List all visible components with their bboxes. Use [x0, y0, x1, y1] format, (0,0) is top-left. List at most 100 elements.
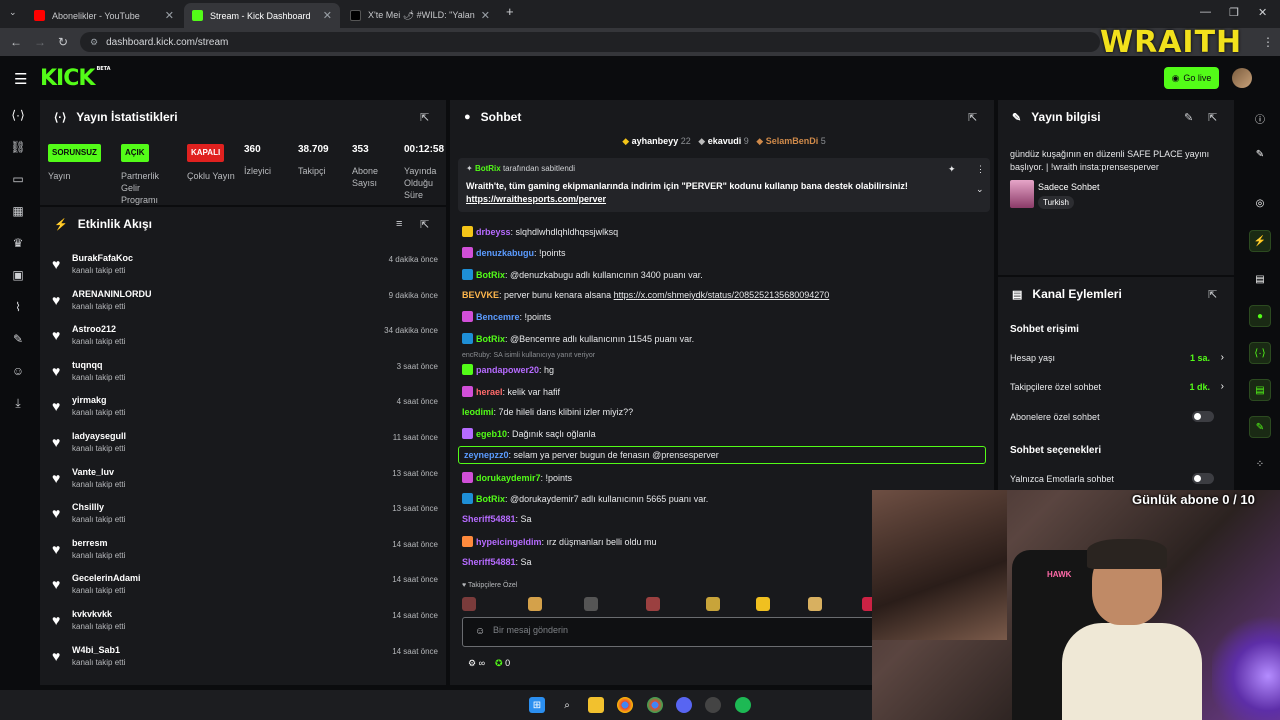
activity-item[interactable]: ♥ kvkvkvkk kanalı takip etti 14 saat önce — [52, 609, 438, 639]
kick-logo[interactable]: KICK BETA — [40, 66, 111, 91]
apps-icon[interactable]: ⁘ — [1249, 453, 1271, 475]
sliders-icon[interactable]: ▤ — [1249, 379, 1271, 401]
chrome-icon[interactable] — [647, 697, 663, 713]
clips-icon[interactable]: ▣ — [10, 267, 26, 283]
close-tab-icon[interactable]: ✕ — [323, 9, 332, 22]
info-icon[interactable]: ⓘ — [1249, 107, 1271, 129]
menu-icon[interactable]: ⋮ — [1262, 35, 1274, 49]
chat-username[interactable]: dorukaydemir7 — [476, 473, 541, 483]
edit-icon[interactable]: ✎ — [1184, 111, 1193, 124]
chat-username[interactable]: hypeicingeldim — [476, 537, 542, 547]
category-name[interactable]: Sadece Sohbet — [1038, 182, 1100, 192]
follower-name[interactable]: ladyaysegull — [72, 431, 126, 441]
emote-icon[interactable] — [646, 597, 660, 611]
video-icon[interactable]: ▭ — [10, 171, 26, 187]
follower-name[interactable]: tuqnqq — [72, 360, 103, 370]
forward-icon[interactable]: → — [34, 35, 46, 49]
activity-item[interactable]: ♥ BurakFafaKoc kanalı takip etti 4 dakika ö… — [52, 253, 438, 283]
chart-icon[interactable]: ⌇ — [10, 299, 26, 315]
emote-icon[interactable] — [756, 597, 770, 611]
popout-icon[interactable]: ⇱ — [1208, 288, 1217, 301]
follower-name[interactable]: yirmakg — [72, 395, 107, 405]
notes-icon[interactable]: ▤ — [1249, 268, 1271, 290]
follower-name[interactable]: GecelerinAdami — [72, 573, 141, 583]
followers-only-row[interactable]: Takipçilere özel sohbet 1 dk. › — [1010, 381, 1224, 392]
chat-username[interactable]: zeynepzz0 — [464, 450, 509, 460]
follower-name[interactable]: Vante_luv — [72, 467, 114, 477]
close-tab-icon[interactable]: ✕ — [165, 9, 174, 22]
chat-username[interactable]: BEVVKE — [462, 290, 499, 300]
chrome-icon[interactable] — [617, 697, 633, 713]
obs-icon[interactable] — [705, 697, 721, 713]
filter-icon[interactable]: ≡ — [396, 218, 402, 230]
activity-item[interactable]: ♥ Chsillly kanalı takip etti 13 saat önce — [52, 502, 438, 532]
activity-item[interactable]: ♥ ladyaysegull kanalı takip etti 11 saat ön… — [52, 431, 438, 461]
emote-icon[interactable] — [584, 597, 598, 611]
go-live-button[interactable]: ◉ Go live — [1164, 67, 1219, 89]
activity-item[interactable]: ♥ ARENANINLORDU kanalı takip etti 9 dakika … — [52, 289, 438, 319]
popout-icon[interactable]: ⇱ — [420, 218, 429, 231]
activity-item[interactable]: ♥ W4bi_Sab1 kanalı takip etti 14 saat önce — [52, 645, 438, 675]
points-icon[interactable]: ✪ — [495, 658, 503, 668]
emoji-icon[interactable]: ☺ — [475, 626, 485, 637]
activity-item[interactable]: ♥ Astroo212 kanalı takip etti 34 dakika önc… — [52, 324, 438, 354]
chevron-down-icon[interactable]: ⌄ — [976, 184, 984, 195]
close-window-button[interactable]: ✕ — [1258, 6, 1267, 19]
emote-icon[interactable] — [706, 597, 720, 611]
popout-icon[interactable]: ⇱ — [420, 111, 429, 124]
spotify-icon[interactable] — [735, 697, 751, 713]
language-tag[interactable]: Turkish — [1038, 196, 1074, 209]
chat-username[interactable]: Sheriff54881 — [462, 514, 516, 524]
chat-username[interactable]: herael — [476, 387, 503, 397]
camera-icon[interactable]: ◎ — [1249, 192, 1271, 214]
discord-icon[interactable] — [676, 697, 692, 713]
popout-icon[interactable]: ⇱ — [968, 111, 977, 124]
chat-username[interactable]: Bencemre — [476, 312, 520, 322]
download-icon[interactable]: ⤓ — [10, 395, 26, 411]
tab-search-icon[interactable]: ⌄ — [9, 7, 17, 18]
emote-only-toggle[interactable] — [1192, 473, 1214, 484]
pinned-user[interactable]: BotRix — [475, 164, 501, 173]
chat-username[interactable]: BotRix — [476, 494, 505, 504]
follower-name[interactable]: Chsillly — [72, 502, 104, 512]
chat-link[interactable]: https://x.com/shmeiydk/status/2085252135… — [614, 290, 830, 300]
chat-username[interactable]: BotRix — [476, 270, 505, 280]
activity-item[interactable]: ♥ Vante_luv kanalı takip etti 13 saat önce — [52, 467, 438, 497]
emote-icon[interactable] — [528, 597, 542, 611]
follower-name[interactable]: kvkvkvkk — [72, 609, 112, 619]
follower-name[interactable]: Astroo212 — [72, 324, 116, 334]
windows-start-icon[interactable]: ⊞ — [529, 697, 545, 713]
follower-name[interactable]: berresm — [72, 538, 108, 548]
wrench-icon[interactable]: ✎ — [10, 331, 26, 347]
link-icon[interactable]: ⛓ — [10, 139, 26, 155]
browser-tab-youtube[interactable]: Abonelikler - YouTube ✕ — [26, 3, 182, 28]
trophy-icon[interactable]: ♛ — [10, 235, 26, 251]
browser-tab-x[interactable]: X'te Mei 🌶 #WILD: "Yalan yanl ✕ — [342, 3, 498, 28]
popout-icon[interactable]: ⇱ — [1208, 111, 1217, 124]
account-age-row[interactable]: Hesap yaşı 1 sa. › — [1010, 352, 1224, 363]
chat-username[interactable]: pandapower20 — [476, 365, 539, 375]
activity-item[interactable]: ♥ GecelerinAdami kanalı takip etti 14 saat … — [52, 573, 438, 603]
activity-item[interactable]: ♥ berresm kanalı takip etti 14 saat önce — [52, 538, 438, 568]
chat-username[interactable]: denuzkabugu — [476, 248, 534, 258]
new-tab-button[interactable]: + — [506, 4, 514, 19]
follower-name[interactable]: W4bi_Sab1 — [72, 645, 120, 655]
users-icon[interactable]: ☺ — [10, 363, 26, 379]
more-options-icon[interactable]: ⋮ — [976, 164, 985, 175]
gifter-name[interactable]: ekavudi — [708, 136, 742, 146]
chat-username[interactable]: BotRix — [476, 334, 505, 344]
hamburger-menu-icon[interactable]: ☰ — [14, 70, 27, 88]
broadcast-icon[interactable]: ⟨·⟩ — [1249, 342, 1271, 364]
emote-icon[interactable] — [462, 597, 476, 611]
follower-name[interactable]: ARENANINLORDU — [72, 289, 152, 299]
maximize-button[interactable]: ❐ — [1229, 6, 1239, 19]
wrench-icon[interactable]: ✎ — [1249, 416, 1271, 438]
gifter-name[interactable]: ayhanbeyy — [632, 136, 679, 146]
browser-tab-kick[interactable]: Stream - Kick Dashboard ✕ — [184, 3, 340, 28]
chat-username[interactable]: egeb10 — [476, 429, 507, 439]
stream-icon[interactable]: ⟨·⟩ — [10, 107, 26, 123]
settings-icon[interactable]: ⚙ — [468, 658, 476, 668]
unpin-icon[interactable]: ✦ — [948, 164, 956, 175]
analytics-icon[interactable]: ▦ — [10, 203, 26, 219]
subscribers-only-toggle[interactable] — [1192, 411, 1214, 422]
